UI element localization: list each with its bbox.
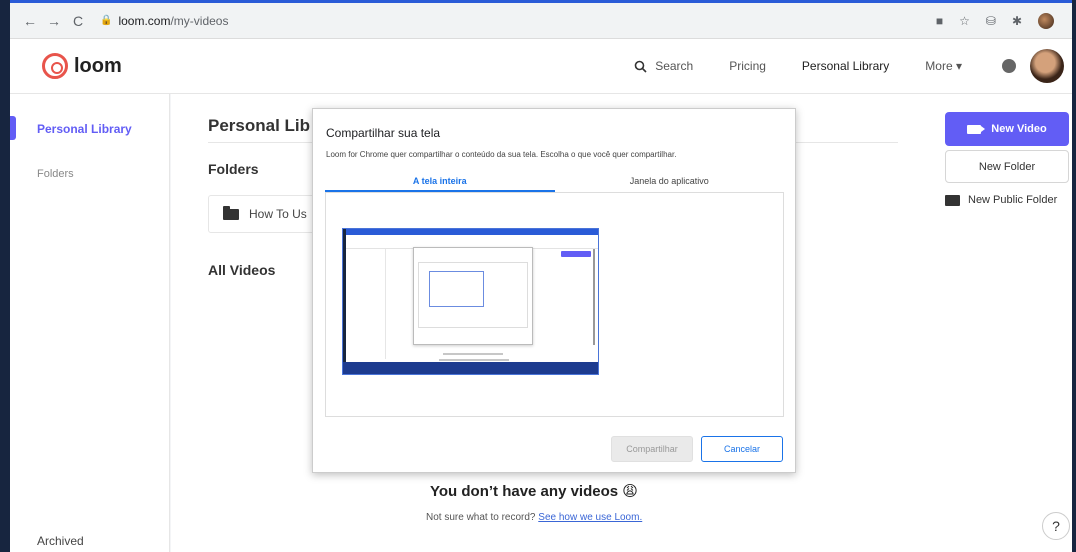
new-public-folder-button[interactable]: New Public Folder [945,194,1057,206]
address-bar[interactable]: 🔒 loom.com /my-videos [100,14,228,28]
dialog-footer: Compartilhar Cancelar [313,433,795,463]
lock-icon: 🔒 [100,15,113,26]
new-video-button[interactable]: New Video [945,112,1069,146]
url-domain: loom.com [118,13,171,28]
folder-card[interactable]: How To Us [208,195,318,233]
thumb-dialog-panel [418,262,528,328]
public-folder-icon [945,194,960,206]
sidebar-item-folders[interactable]: Folders [37,168,74,180]
app-header: loom Search Pricing Personal Library Mor… [10,39,1072,94]
new-public-folder-label: New Public Folder [968,194,1058,206]
avatar[interactable] [1030,49,1064,83]
sidebar: Personal Library Folders Archived [10,94,170,552]
thumb-dialog [413,247,533,345]
folder-name: How To Us [249,207,307,221]
sidebar-item-personal-library[interactable]: Personal Library [37,122,132,136]
browser-extensions: ■ ☆ ⛁ ✱ [936,12,1054,29]
loom-logo[interactable]: loom [42,53,122,79]
new-video-label: New Video [991,123,1047,135]
share-screen-dialog: Compartilhar sua tela Loom for Chrome qu… [312,108,796,473]
all-videos-heading: All Videos [208,262,276,278]
reload-icon[interactable]: C [66,13,90,29]
cancel-button[interactable]: Cancelar [701,436,783,462]
extension-icon[interactable]: ⛁ [986,14,996,28]
empty-state-title: You don’t have any videos 😩 [430,483,638,500]
thumb-dialog-preview [429,271,484,307]
empty-state-subtitle: Not sure what to record? See how we use … [426,512,642,523]
header-nav: Search Pricing Personal Library More ▾ [598,49,1072,83]
nav-more-dropdown[interactable]: More ▾ [925,59,962,73]
thumb-text-line [443,353,503,355]
browser-toolbar: ← → C 🔒 loom.com /my-videos ■ ☆ ⛁ ✱ [10,3,1072,39]
browser-profile-icon[interactable] [1038,12,1054,29]
search-icon [634,60,647,73]
window-left-frame [0,0,10,552]
search-button[interactable]: Search [634,59,693,73]
loom-extension-icon[interactable]: ■ [936,14,943,28]
sidebar-item-archived[interactable]: Archived [37,534,84,548]
puzzle-icon[interactable]: ✱ [1012,14,1022,28]
sidebar-active-indicator [10,116,16,140]
back-icon[interactable]: ← [18,13,42,29]
share-button[interactable]: Compartilhar [611,436,693,462]
folders-heading: Folders [208,161,259,177]
tab-application-window[interactable]: Janela do aplicativo [555,171,785,192]
thumb-taskbar [343,362,598,374]
tab-entire-screen[interactable]: A tela inteira [325,171,555,192]
logo-text: loom [74,54,122,77]
thumb-sidebar [346,249,386,359]
bookmark-star-icon[interactable]: ☆ [959,14,970,28]
empty-state-text: Not sure what to record? [426,512,536,523]
nav-personal-library[interactable]: Personal Library [802,59,889,73]
nav-pricing[interactable]: Pricing [729,59,766,73]
loom-logo-icon [42,53,68,79]
forward-icon[interactable]: → [42,13,66,29]
page-title: Personal Lib [208,116,311,135]
help-button[interactable]: ? [1042,512,1070,540]
notification-icon[interactable] [1002,59,1016,73]
folder-icon [223,205,239,220]
dialog-description: Loom for Chrome quer compartilhar o cont… [326,150,677,159]
window-right-frame [1072,0,1076,552]
dialog-title: Compartilhar sua tela [326,126,441,140]
tab-panel [325,193,784,417]
camera-icon [967,124,986,134]
see-how-link[interactable]: See how we use Loom. [538,512,642,523]
thumb-text-line [439,359,509,361]
url-path: /my-videos [170,13,229,28]
search-label: Search [655,59,694,73]
share-tabs: A tela inteira Janela do aplicativo [325,171,784,193]
screen-thumbnail[interactable] [342,228,599,375]
thumb-scrollbar [593,249,595,345]
new-folder-button[interactable]: New Folder [945,150,1069,183]
thumb-new-video [561,251,591,257]
